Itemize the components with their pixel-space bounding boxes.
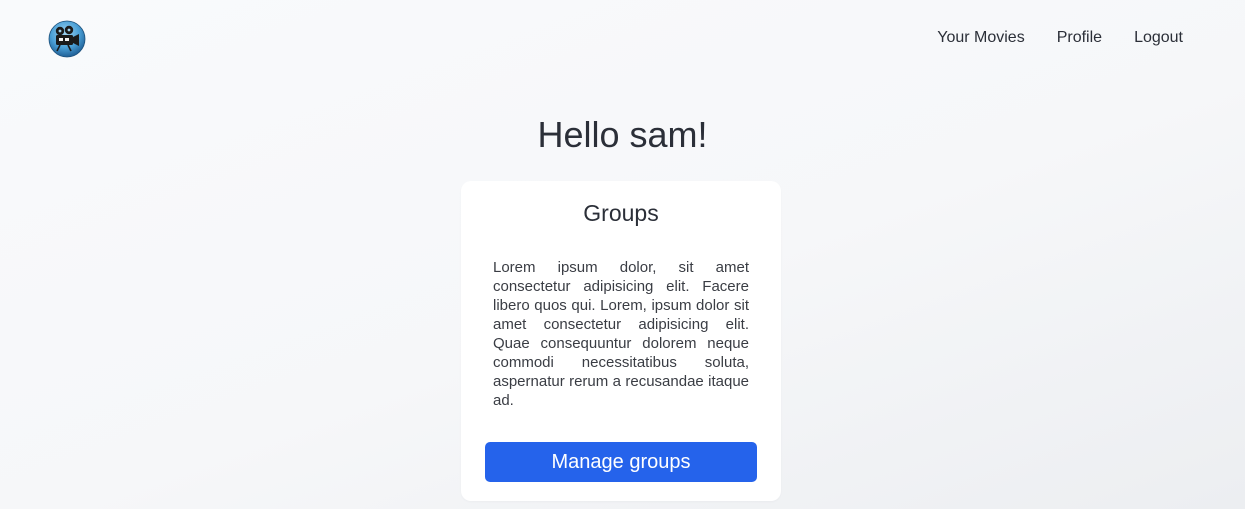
nav-link-profile[interactable]: Profile xyxy=(1057,28,1102,48)
groups-card: Groups Lorem ipsum dolor, sit amet conse… xyxy=(461,181,781,501)
nav-link-your-movies[interactable]: Your Movies xyxy=(937,28,1024,48)
groups-card-title: Groups xyxy=(583,200,659,226)
greeting-heading: Hello sam! xyxy=(537,114,708,155)
manage-groups-button[interactable]: Manage groups xyxy=(485,442,757,482)
groups-card-description: Lorem ipsum dolor, sit amet consectetur … xyxy=(493,259,749,409)
nav-link-logout[interactable]: Logout xyxy=(1134,28,1183,48)
film-camera-logo-graphic xyxy=(48,20,86,58)
top-nav: Your Movies Profile Logout xyxy=(937,28,1183,48)
film-camera-logo-icon[interactable] xyxy=(48,20,86,58)
